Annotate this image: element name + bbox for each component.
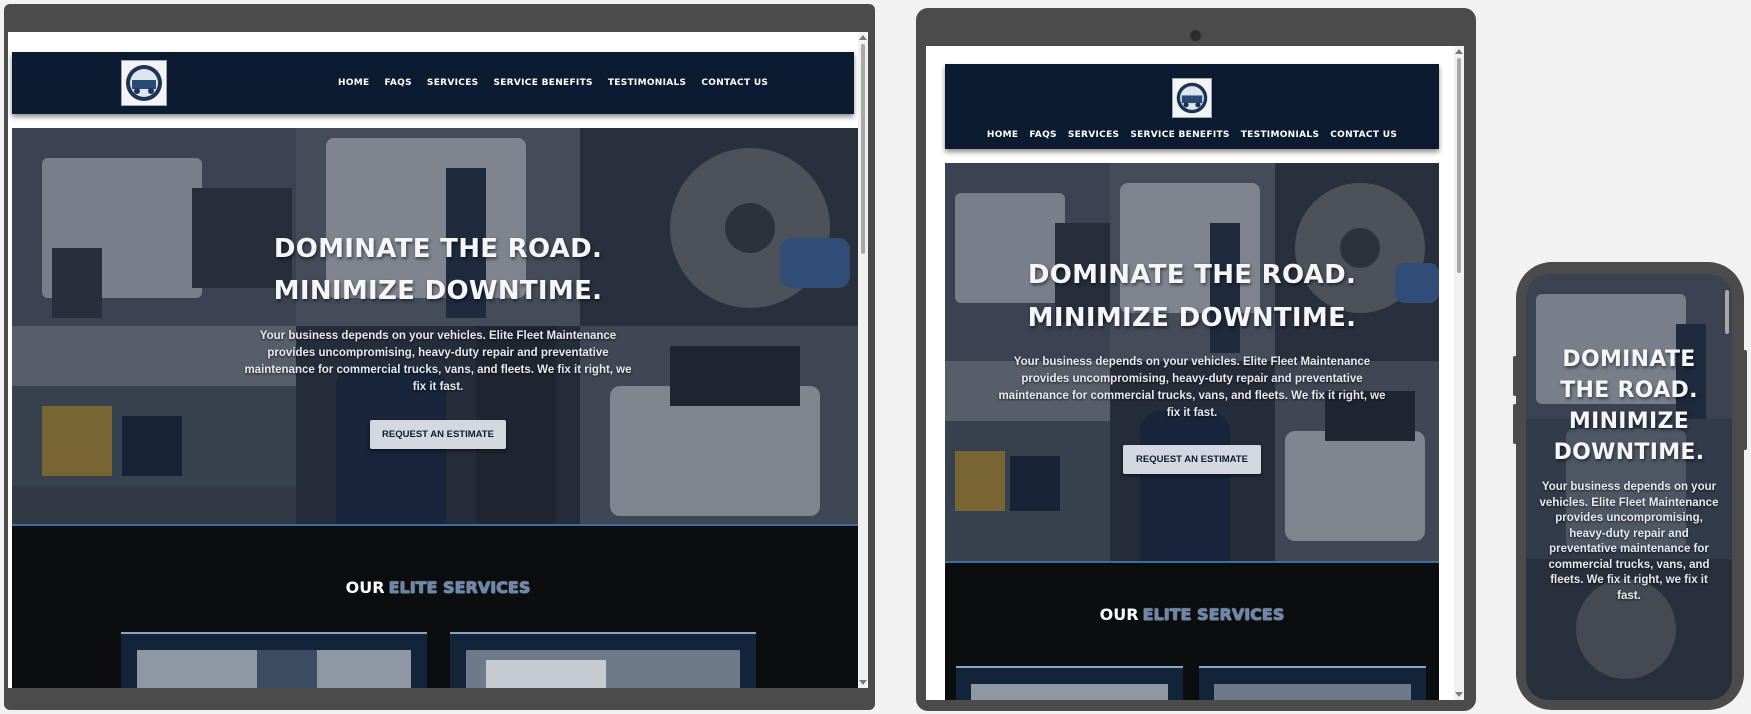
- services-title: OUR ELITE SERVICES: [945, 605, 1439, 624]
- hero-content: DOMINATE THE ROAD. MINIMIZE DOWNTIME. Yo…: [1534, 344, 1724, 604]
- desktop-scrollbar[interactable]: [858, 32, 868, 688]
- service-card[interactable]: [1199, 666, 1426, 700]
- desktop-screen: HOME FAQS SERVICES SERVICE BENEFITS TEST…: [8, 32, 868, 688]
- services-section: OUR ELITE SERVICES: [12, 526, 864, 688]
- services-title-part1: OUR: [345, 578, 385, 597]
- phone-volume-up-button: [1513, 356, 1517, 396]
- service-card[interactable]: [956, 666, 1183, 700]
- hero-text: Your business depends on your vehicles. …: [1539, 481, 1719, 602]
- logo-badge-icon[interactable]: [121, 60, 167, 106]
- nav-faqs[interactable]: FAQS: [385, 78, 412, 88]
- phone-power-button: [1742, 350, 1747, 450]
- services-title-part1: OUR: [1099, 605, 1139, 624]
- hero-section: DOMINATE THE ROAD. MINIMIZE DOWNTIME. Yo…: [945, 163, 1439, 563]
- hero-title-line1: DOMINATE THE ROAD.: [1027, 260, 1357, 290]
- tablet-camera: [1190, 30, 1201, 41]
- main-nav: HOME FAQS SERVICES SERVICE BENEFITS TEST…: [987, 130, 1397, 140]
- request-estimate-button[interactable]: REQUEST AN ESTIMATE: [1123, 445, 1261, 474]
- desktop-device-frame: HOME FAQS SERVICES SERVICE BENEFITS TEST…: [4, 4, 875, 710]
- hero-title-line1: DOMINATE THE ROAD.: [273, 234, 603, 264]
- nav-home[interactable]: HOME: [338, 78, 370, 88]
- nav-services[interactable]: SERVICES: [427, 78, 479, 88]
- nav-services[interactable]: SERVICES: [1068, 130, 1120, 140]
- navbar: HOME FAQS SERVICES SERVICE BENEFITS TEST…: [945, 64, 1439, 149]
- scroll-thumb[interactable]: [1725, 290, 1729, 334]
- hero-title-line2: MINIMIZE DOWNTIME.: [1027, 303, 1357, 333]
- tablet-screen: HOME FAQS SERVICES SERVICE BENEFITS TEST…: [926, 46, 1464, 700]
- nav-testimonials[interactable]: TESTIMONIALS: [1241, 130, 1320, 140]
- hero-title: DOMINATE THE ROAD. MINIMIZE DOWNTIME.: [945, 254, 1439, 340]
- hero-text: Your business depends on your vehicles. …: [244, 330, 632, 393]
- hero-text: Your business depends on your vehicles. …: [998, 356, 1386, 419]
- hero-title: DOMINATE THE ROAD. MINIMIZE DOWNTIME.: [1534, 344, 1724, 468]
- hero-section: DOMINATE THE ROAD. MINIMIZE DOWNTIME. Yo…: [12, 128, 864, 526]
- scroll-up-arrow[interactable]: [859, 35, 867, 40]
- nav-testimonials[interactable]: TESTIMONIALS: [608, 78, 687, 88]
- phone-screen: DOMINATE THE ROAD. MINIMIZE DOWNTIME. Yo…: [1526, 274, 1732, 700]
- nav-contact-us[interactable]: CONTACT US: [701, 78, 768, 88]
- logo-badge-icon[interactable]: [1172, 77, 1212, 118]
- service-card-image: [466, 650, 740, 688]
- hero-content: DOMINATE THE ROAD. MINIMIZE DOWNTIME. Yo…: [945, 254, 1439, 474]
- service-card-image: [971, 684, 1168, 700]
- phone-volume-down-button: [1513, 404, 1517, 444]
- scroll-down-arrow[interactable]: [859, 680, 867, 685]
- phone-scrollbar[interactable]: [1722, 274, 1732, 700]
- hero-section: DOMINATE THE ROAD. MINIMIZE DOWNTIME. Yo…: [1526, 274, 1732, 700]
- hero-title: DOMINATE THE ROAD. MINIMIZE DOWNTIME.: [12, 228, 864, 312]
- nav-service-benefits[interactable]: SERVICE BENEFITS: [493, 78, 592, 88]
- service-card[interactable]: [450, 632, 756, 688]
- tablet-device-frame: HOME FAQS SERVICES SERVICE BENEFITS TEST…: [916, 8, 1476, 711]
- hero-title-line2: MINIMIZE DOWNTIME.: [1553, 409, 1705, 465]
- services-section: OUR ELITE SERVICES: [945, 563, 1439, 700]
- service-card-image: [1214, 684, 1411, 700]
- nav-contact-us[interactable]: CONTACT US: [1330, 130, 1397, 140]
- scroll-thumb[interactable]: [861, 44, 865, 254]
- phone-device-frame: DOMINATE THE ROAD. MINIMIZE DOWNTIME. Yo…: [1516, 262, 1744, 710]
- main-nav: HOME FAQS SERVICES SERVICE BENEFITS TEST…: [338, 78, 768, 88]
- services-title-part2: ELITE SERVICES: [1142, 605, 1285, 624]
- request-estimate-button[interactable]: REQUEST AN ESTIMATE: [370, 420, 506, 449]
- navbar: HOME FAQS SERVICES SERVICE BENEFITS TEST…: [12, 52, 854, 114]
- services-title: OUR ELITE SERVICES: [12, 578, 864, 597]
- hero-title-line2: MINIMIZE DOWNTIME.: [273, 276, 603, 306]
- scroll-down-arrow[interactable]: [1455, 692, 1463, 697]
- nav-service-benefits[interactable]: SERVICE BENEFITS: [1130, 130, 1229, 140]
- services-title-part2: ELITE SERVICES: [388, 578, 531, 597]
- scroll-up-arrow[interactable]: [1455, 49, 1463, 54]
- scroll-thumb[interactable]: [1457, 58, 1461, 273]
- nav-faqs[interactable]: FAQS: [1029, 130, 1056, 140]
- service-card[interactable]: [121, 632, 427, 688]
- hero-title-line1: DOMINATE THE ROAD.: [1560, 347, 1698, 403]
- nav-home[interactable]: HOME: [987, 130, 1019, 140]
- tablet-scrollbar[interactable]: [1454, 46, 1464, 700]
- hero-content: DOMINATE THE ROAD. MINIMIZE DOWNTIME. Yo…: [12, 228, 864, 449]
- service-card-image: [137, 650, 411, 688]
